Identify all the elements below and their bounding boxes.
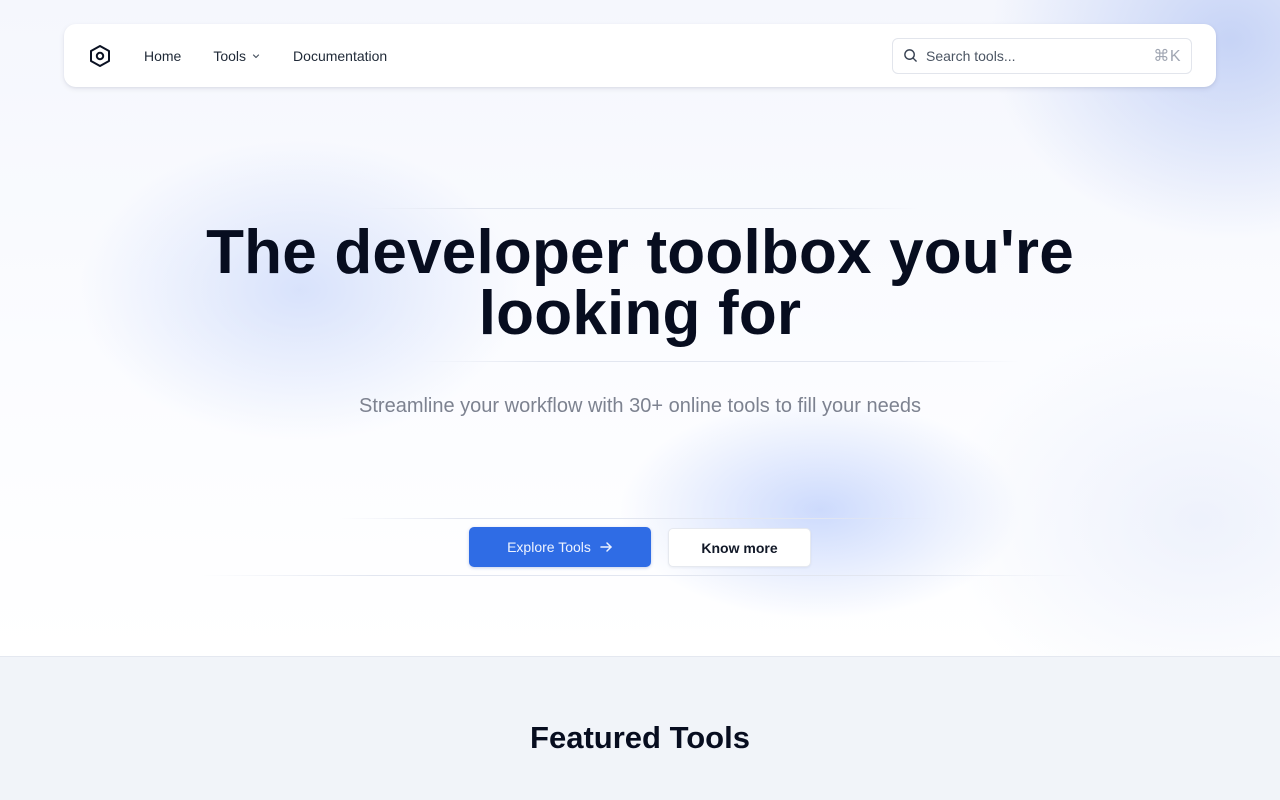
nav-link-tools[interactable]: Tools [213, 48, 261, 64]
hero-divider [420, 361, 1020, 362]
hero-divider [340, 518, 940, 519]
featured-tools-title: Featured Tools [530, 720, 750, 755]
search-icon [903, 48, 918, 63]
hero-subtitle: Streamline your workflow with 30+ online… [359, 395, 921, 417]
know-more-button[interactable]: Know more [668, 528, 811, 567]
hero-section: The developer toolbox you're looking for… [0, 0, 1280, 656]
explore-tools-button[interactable]: Explore Tools [469, 527, 651, 567]
chevron-down-icon [251, 51, 261, 61]
search-placeholder: Search tools... [926, 47, 1016, 64]
keyboard-shortcut: ⌘K [1153, 47, 1181, 65]
nav-link-home[interactable]: Home [144, 48, 181, 64]
nav-link-label: Tools [213, 47, 247, 64]
arrow-right-icon [599, 540, 613, 554]
nav-link-label: Home [144, 47, 182, 64]
top-navbar: Home Tools Documentation Search tools...… [64, 24, 1216, 87]
search-input[interactable]: Search tools... ⌘K [892, 37, 1192, 74]
nav-link-label: Documentation [293, 47, 388, 64]
hero-divider [360, 208, 920, 209]
page: The developer toolbox you're looking for… [0, 0, 1280, 800]
featured-tools-section: Featured Tools [0, 656, 1280, 800]
explore-tools-label: Explore Tools [507, 539, 591, 555]
hero-divider [200, 575, 1080, 576]
hero-headline: The developer toolbox you're looking for [206, 218, 1074, 348]
hexagon-icon[interactable] [88, 44, 112, 68]
nav-link-documentation[interactable]: Documentation [293, 48, 387, 64]
